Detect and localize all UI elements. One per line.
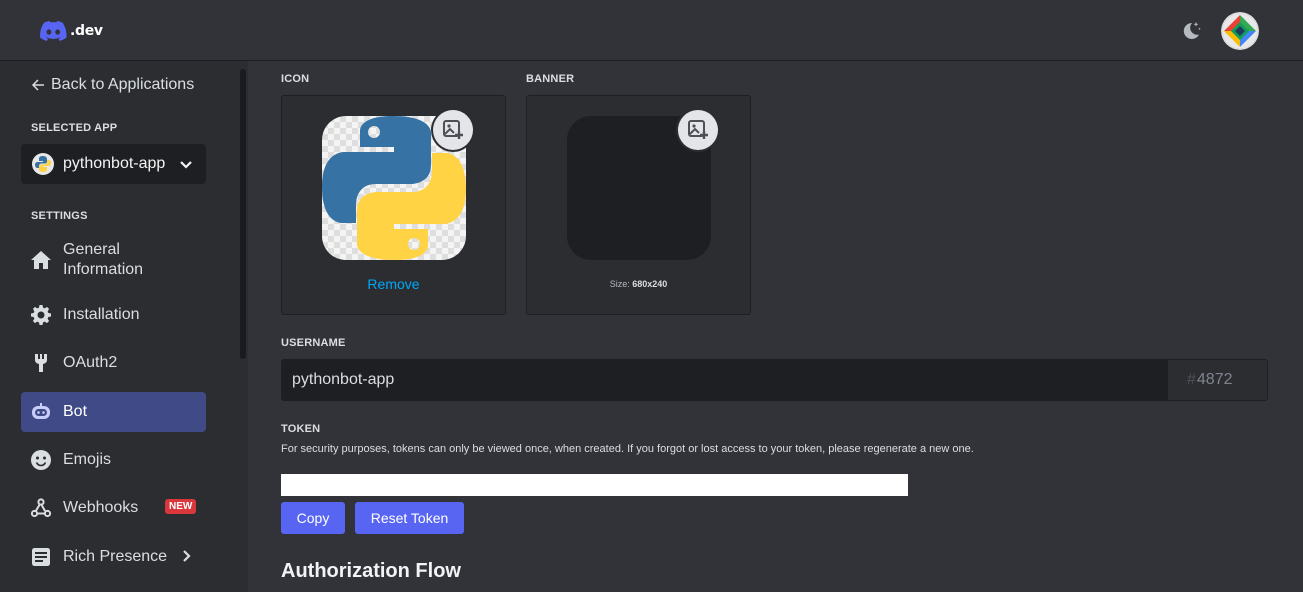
app-selector-dropdown[interactable]: pythonbot-app (21, 144, 206, 184)
sidebar-item-label: Emojis (63, 451, 112, 468)
banner-size-note: Size: 680x240 (527, 279, 750, 289)
banner-label: BANNER (526, 73, 575, 85)
webhook-icon (30, 497, 52, 519)
sidebar-item-label: General Information (63, 241, 144, 278)
copy-token-button[interactable]: Copy (281, 502, 345, 534)
sidebar-item-label: Rich Presence (63, 548, 168, 565)
image-add-icon (443, 120, 463, 139)
rich-presence-icon (30, 546, 52, 568)
python-app-icon (32, 153, 54, 175)
bot-icon (30, 401, 52, 423)
sidebar-item-label: Webhooks (63, 499, 139, 516)
sidebar-item-webhooks[interactable]: Webhooks NEW (21, 488, 206, 528)
discriminator-value: 4872 (1196, 371, 1233, 388)
new-badge: NEW (165, 499, 197, 514)
sidebar-scrollbar-thumb[interactable] (240, 69, 246, 359)
token-label: TOKEN (281, 423, 321, 435)
sidebar-item-emojis[interactable]: Emojis (21, 440, 206, 480)
token-field[interactable] (281, 474, 908, 496)
icon-label: ICON (281, 73, 310, 85)
home-icon (30, 249, 52, 271)
token-description: For security purposes, tokens can only b… (281, 443, 974, 455)
settings-heading: SETTINGS (31, 210, 88, 222)
sidebar-item-label: Bot (63, 403, 88, 420)
sidebar-item-rich-presence[interactable]: Rich Presence (21, 537, 206, 577)
avatar-image (1221, 12, 1259, 50)
discriminator-hash: # (1187, 371, 1196, 388)
sidebar-item-oauth2[interactable]: OAuth2 (21, 343, 206, 383)
sidebar-scrollbar[interactable] (239, 69, 247, 589)
wrench-icon (30, 352, 52, 374)
upload-banner-button[interactable] (678, 110, 718, 150)
chevron-right-icon (183, 550, 191, 562)
discord-logo-icon (40, 21, 67, 41)
sidebar: Back to Applications SELECTED APP python… (0, 61, 248, 592)
sidebar-item-label: OAuth2 (63, 354, 118, 371)
banner-upload-box: Size: 680x240 (526, 95, 751, 315)
image-add-icon (688, 120, 708, 139)
username-label: USERNAME (281, 337, 346, 349)
sidebar-item-general-information[interactable]: General Information (21, 238, 206, 282)
sidebar-item-installation[interactable]: Installation (21, 295, 206, 335)
moon-stars-icon (1183, 22, 1201, 39)
banner-size-value: 680x240 (632, 279, 668, 289)
arrow-left-icon (31, 79, 44, 91)
username-field-wrapper: # 4872 (281, 359, 1268, 401)
reset-token-button[interactable]: Reset Token (355, 502, 464, 534)
username-input[interactable] (282, 360, 1167, 400)
discriminator: # 4872 (1167, 360, 1267, 400)
sidebar-item-bot[interactable]: Bot (21, 392, 206, 432)
sidebar-item-label: Installation (63, 306, 140, 323)
user-avatar[interactable] (1221, 12, 1259, 50)
banner-size-prefix: Size: (609, 279, 630, 289)
theme-toggle-button[interactable] (1179, 19, 1203, 43)
discord-dev-logo[interactable]: .dev (40, 21, 103, 41)
chevron-down-icon (180, 161, 192, 169)
back-to-applications-link[interactable]: Back to Applications (31, 76, 194, 94)
upload-icon-button[interactable] (433, 110, 473, 150)
selected-app-heading: SELECTED APP (31, 122, 118, 134)
back-link-label: Back to Applications (51, 76, 195, 93)
authorization-flow-heading: Authorization Flow (281, 560, 461, 582)
top-header: .dev (0, 0, 1303, 61)
gear-icon (30, 304, 52, 326)
selected-app-name: pythonbot-app (63, 155, 166, 172)
remove-icon-link[interactable]: Remove (282, 276, 505, 292)
icon-upload-box: Remove (281, 95, 506, 315)
main-content: ICON BANNER Remove Size: 680x240 USERNAM… (248, 61, 1303, 592)
logo-text: .dev (70, 23, 103, 39)
emoji-icon (30, 449, 52, 471)
